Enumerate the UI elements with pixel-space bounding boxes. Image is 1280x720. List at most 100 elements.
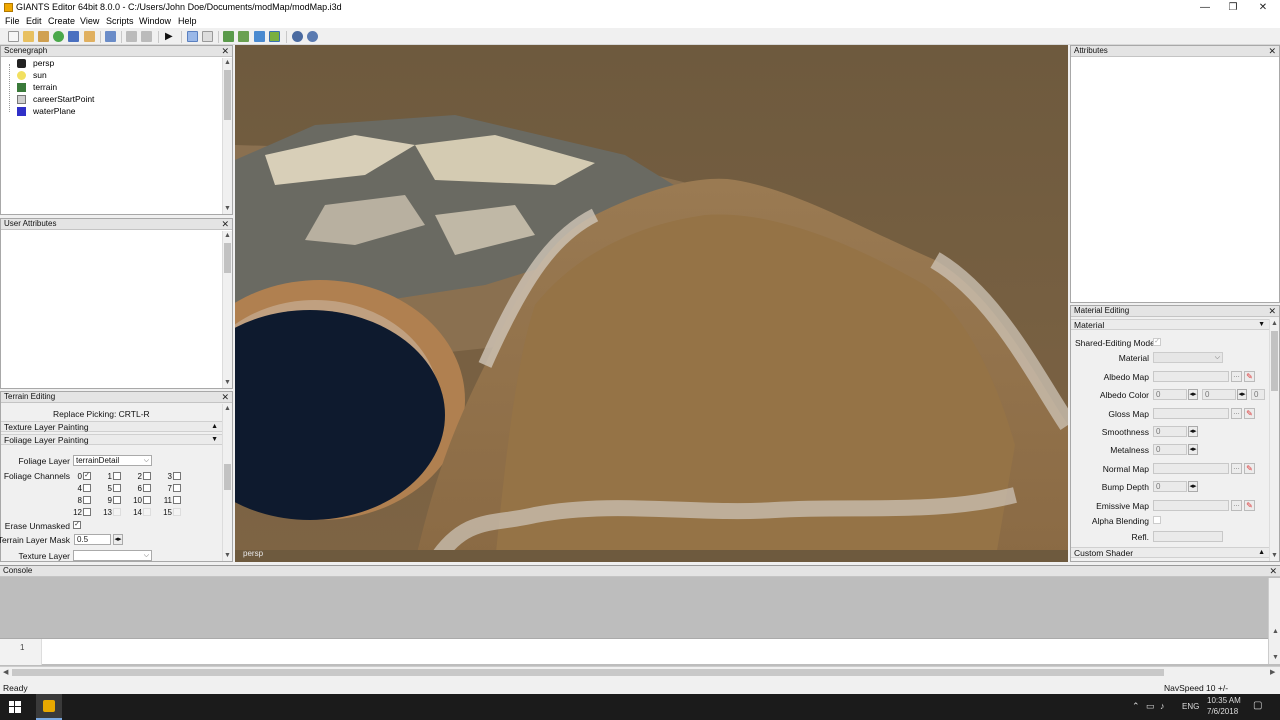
smoothness-spinner[interactable]: ◂▸: [1188, 426, 1198, 437]
channel-1-checkbox[interactable]: [113, 472, 121, 480]
import-icon[interactable]: [84, 31, 95, 42]
alpha-blending-checkbox[interactable]: [1153, 516, 1161, 524]
channel-13-checkbox[interactable]: [113, 508, 121, 516]
emissive-map-input[interactable]: [1153, 500, 1229, 511]
channel-9-checkbox[interactable]: [113, 496, 121, 504]
scenegraph-scroll-thumb[interactable]: [224, 70, 231, 120]
menu-view[interactable]: View: [80, 16, 99, 26]
bump-depth-input[interactable]: 0: [1153, 481, 1187, 492]
metalness-spinner[interactable]: ◂▸: [1188, 444, 1198, 455]
undo-icon[interactable]: [126, 31, 137, 42]
console-vscrollbar[interactable]: ▲ ▼: [1268, 578, 1280, 664]
albedo-color-b-input[interactable]: 0: [1251, 389, 1265, 400]
menu-help[interactable]: Help: [178, 16, 197, 26]
channel-5-checkbox[interactable]: [113, 484, 121, 492]
tray-chevron-up-icon[interactable]: ⌃: [1132, 701, 1140, 712]
erase-unmasked-checkbox[interactable]: ✓: [73, 521, 81, 529]
emissive-map-browse-button[interactable]: …: [1231, 500, 1242, 511]
bump-depth-spinner[interactable]: ◂▸: [1188, 481, 1198, 492]
terrain-layer-mask-input[interactable]: 0.5: [74, 534, 111, 545]
channel-6-checkbox[interactable]: [143, 484, 151, 492]
channel-11-checkbox[interactable]: [173, 496, 181, 504]
metalness-input[interactable]: 0: [1153, 444, 1187, 455]
clock-date[interactable]: 7/6/2018: [1207, 707, 1238, 716]
notifications-icon[interactable]: ▢: [1253, 700, 1262, 711]
shared-editing-checkbox[interactable]: ✓: [1153, 338, 1161, 346]
console-input[interactable]: 1: [0, 638, 1268, 665]
channel-12-checkbox[interactable]: [83, 508, 91, 516]
volume-icon[interactable]: ♪: [1160, 701, 1165, 711]
albedo-map-browse-button[interactable]: …: [1231, 371, 1242, 382]
channel-10-checkbox[interactable]: [143, 496, 151, 504]
3d-viewport[interactable]: persp: [235, 45, 1068, 562]
terrain-layer-mask-spinner[interactable]: ◂▸: [113, 534, 123, 545]
save-icon[interactable]: [68, 31, 79, 42]
terrain-editing-close-icon[interactable]: ✕: [221, 392, 229, 402]
minimize-button[interactable]: —: [1190, 0, 1220, 15]
normal-map-browse-button[interactable]: …: [1231, 463, 1242, 474]
clock-time[interactable]: 10:35 AM: [1207, 696, 1241, 705]
open-folder-icon[interactable]: [23, 31, 34, 42]
terrain-paint-icon[interactable]: [238, 31, 249, 42]
taskbar-giants-editor[interactable]: [36, 694, 62, 720]
preferences-icon[interactable]: [307, 31, 318, 42]
maximize-button[interactable]: ❐: [1218, 0, 1248, 15]
albedo-color-r-input[interactable]: 0: [1153, 389, 1187, 400]
channel-15-checkbox[interactable]: [173, 508, 181, 516]
albedo-color-g-input[interactable]: 0: [1202, 389, 1236, 400]
network-icon[interactable]: ▭: [1146, 701, 1155, 712]
redo-icon[interactable]: [141, 31, 152, 42]
foliage-select-icon[interactable]: [269, 31, 280, 42]
channel-4-checkbox[interactable]: [83, 484, 91, 492]
new-file-icon[interactable]: [8, 31, 19, 42]
menu-edit[interactable]: Edit: [26, 16, 42, 26]
menu-scripts[interactable]: Scripts: [106, 16, 134, 26]
material-editing-scrollbar[interactable]: ▲ ▼: [1269, 319, 1279, 561]
user-attributes-scroll-thumb[interactable]: [224, 243, 231, 273]
normal-map-edit-icon[interactable]: ✎: [1244, 463, 1255, 474]
language-indicator[interactable]: ENG: [1182, 702, 1199, 711]
user-attributes-scrollbar[interactable]: ▲ ▼: [222, 231, 232, 388]
terrain-editing-scrollbar[interactable]: ▲ ▼: [222, 404, 232, 561]
albedo-map-edit-icon[interactable]: ✎: [1244, 371, 1255, 382]
smoothness-input[interactable]: 0: [1153, 426, 1187, 437]
select-tool-icon[interactable]: [187, 31, 198, 42]
terrain-sculpt-icon[interactable]: [223, 31, 234, 42]
menu-create[interactable]: Create: [48, 16, 75, 26]
texture-layer-painting-section[interactable]: Texture Layer Painting ▲: [1, 421, 222, 432]
open-recent-icon[interactable]: [38, 31, 49, 42]
channel-8-checkbox[interactable]: [83, 496, 91, 504]
settings-gear-icon[interactable]: [292, 31, 303, 42]
channel-14-checkbox[interactable]: [143, 508, 151, 516]
texture-layer-select[interactable]: ⌵: [73, 550, 152, 561]
channel-7-checkbox[interactable]: [173, 484, 181, 492]
console-close-icon[interactable]: ✕: [1269, 566, 1277, 576]
windows-start-icon[interactable]: [9, 701, 21, 713]
custom-shader-section[interactable]: Custom Shader ▲: [1071, 547, 1269, 558]
gloss-map-browse-button[interactable]: …: [1231, 408, 1242, 419]
emissive-map-edit-icon[interactable]: ✎: [1244, 500, 1255, 511]
user-attributes-close-icon[interactable]: ✕: [221, 219, 229, 229]
channel-2-checkbox[interactable]: [143, 472, 151, 480]
export-icon[interactable]: [105, 31, 116, 42]
normal-map-input[interactable]: [1153, 463, 1229, 474]
channel-3-checkbox[interactable]: [173, 472, 181, 480]
foliage-layer-select[interactable]: terrainDetail ⌵: [73, 455, 152, 466]
console-hscrollbar[interactable]: ◀ ▶: [0, 666, 1280, 678]
albedo-map-input[interactable]: [1153, 371, 1229, 382]
albedo-color-g-spinner[interactable]: ◂▸: [1237, 389, 1247, 400]
material-section[interactable]: Material ▼: [1071, 319, 1269, 330]
attributes-close-icon[interactable]: ✕: [1268, 46, 1276, 56]
material-editing-scroll-thumb[interactable]: [1271, 331, 1278, 391]
reload-icon[interactable]: [53, 31, 64, 42]
scenegraph-close-icon[interactable]: ✕: [221, 46, 229, 56]
albedo-color-r-spinner[interactable]: ◂▸: [1188, 389, 1198, 400]
console-hscroll-thumb[interactable]: [12, 669, 1164, 676]
channel-0-checkbox[interactable]: ✓: [83, 472, 91, 480]
material-select[interactable]: ⌵: [1153, 352, 1223, 363]
scenegraph-scrollbar[interactable]: ▲ ▼: [222, 58, 232, 214]
menu-file[interactable]: File: [5, 16, 20, 26]
play-icon[interactable]: ▶: [165, 31, 176, 42]
menu-window[interactable]: Window: [139, 16, 171, 26]
refl-input[interactable]: [1153, 531, 1223, 542]
